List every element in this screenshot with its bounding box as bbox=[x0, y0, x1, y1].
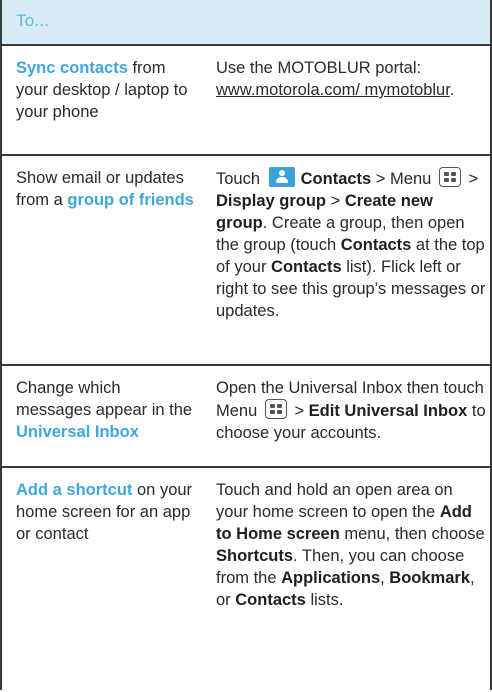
table-row: Add a shortcut on your home screen for a… bbox=[2, 466, 490, 692]
contacts-label: Contacts bbox=[300, 170, 372, 188]
row-action: Show email or updates from a group of fr… bbox=[16, 167, 196, 211]
row-action: Add a shortcut on your home screen for a… bbox=[16, 479, 196, 545]
menu-key-icon bbox=[438, 167, 461, 187]
instruction-text: Touch bbox=[216, 170, 265, 188]
action-highlight: group of friends bbox=[67, 191, 194, 209]
applications-label: Applications bbox=[281, 569, 381, 587]
contacts-label: Contacts bbox=[235, 591, 306, 609]
row-instructions: Touch Contacts > Menu > Display group > … bbox=[216, 167, 486, 322]
table-row: Sync contacts from your desktop / laptop… bbox=[2, 46, 490, 154]
contacts-label: Contacts bbox=[340, 236, 412, 254]
action-highlight: Universal Inbox bbox=[16, 423, 139, 441]
edit-universal-inbox-label: Edit Universal Inbox bbox=[308, 402, 468, 420]
instruction-text: Use the MOTOBLUR portal: bbox=[216, 59, 422, 77]
shortcuts-label: Shortcuts bbox=[216, 547, 294, 565]
row-action: Sync contacts from your desktop / laptop… bbox=[16, 57, 196, 123]
contacts-app-icon bbox=[268, 167, 295, 187]
bookmark-label: Bookmark bbox=[389, 569, 470, 587]
display-group-label: Display group bbox=[216, 192, 327, 210]
header-title: To... bbox=[16, 11, 50, 30]
instruction-text: lists. bbox=[305, 591, 344, 609]
action-highlight: Add a shortcut bbox=[16, 481, 133, 499]
instruction-text: > Menu bbox=[371, 170, 436, 188]
menu-key-icon bbox=[264, 399, 287, 419]
instruction-text: menu, then choose bbox=[339, 525, 485, 543]
row-instructions: Use the MOTOBLUR portal: www.motorola.co… bbox=[216, 57, 486, 101]
instruction-text: . bbox=[449, 81, 455, 99]
table-header: To... bbox=[2, 0, 490, 46]
instruction-text: Touch and hold an open area on your home… bbox=[216, 481, 453, 521]
row-instructions: Touch and hold an open area on your home… bbox=[216, 479, 486, 611]
instruction-text: > bbox=[463, 170, 479, 188]
row-instructions: Open the Universal Inbox then touch Menu… bbox=[216, 377, 486, 444]
action-highlight: Sync contacts bbox=[16, 59, 128, 77]
instruction-text: , bbox=[380, 569, 390, 587]
action-text: Change which messages appear in the bbox=[16, 379, 193, 419]
instruction-text: > bbox=[289, 402, 309, 420]
row-action: Change which messages appear in the Univ… bbox=[16, 377, 196, 443]
contacts-label: Contacts bbox=[271, 258, 342, 276]
motoblur-link[interactable]: www.motorola.com/ mymotoblur bbox=[216, 81, 450, 99]
table-row: Show email or updates from a group of fr… bbox=[2, 154, 490, 366]
table-row: Change which messages appear in the Univ… bbox=[2, 364, 490, 468]
instruction-text: > bbox=[326, 192, 345, 210]
tips-table: To... Sync contacts from your desktop / … bbox=[0, 0, 492, 690]
